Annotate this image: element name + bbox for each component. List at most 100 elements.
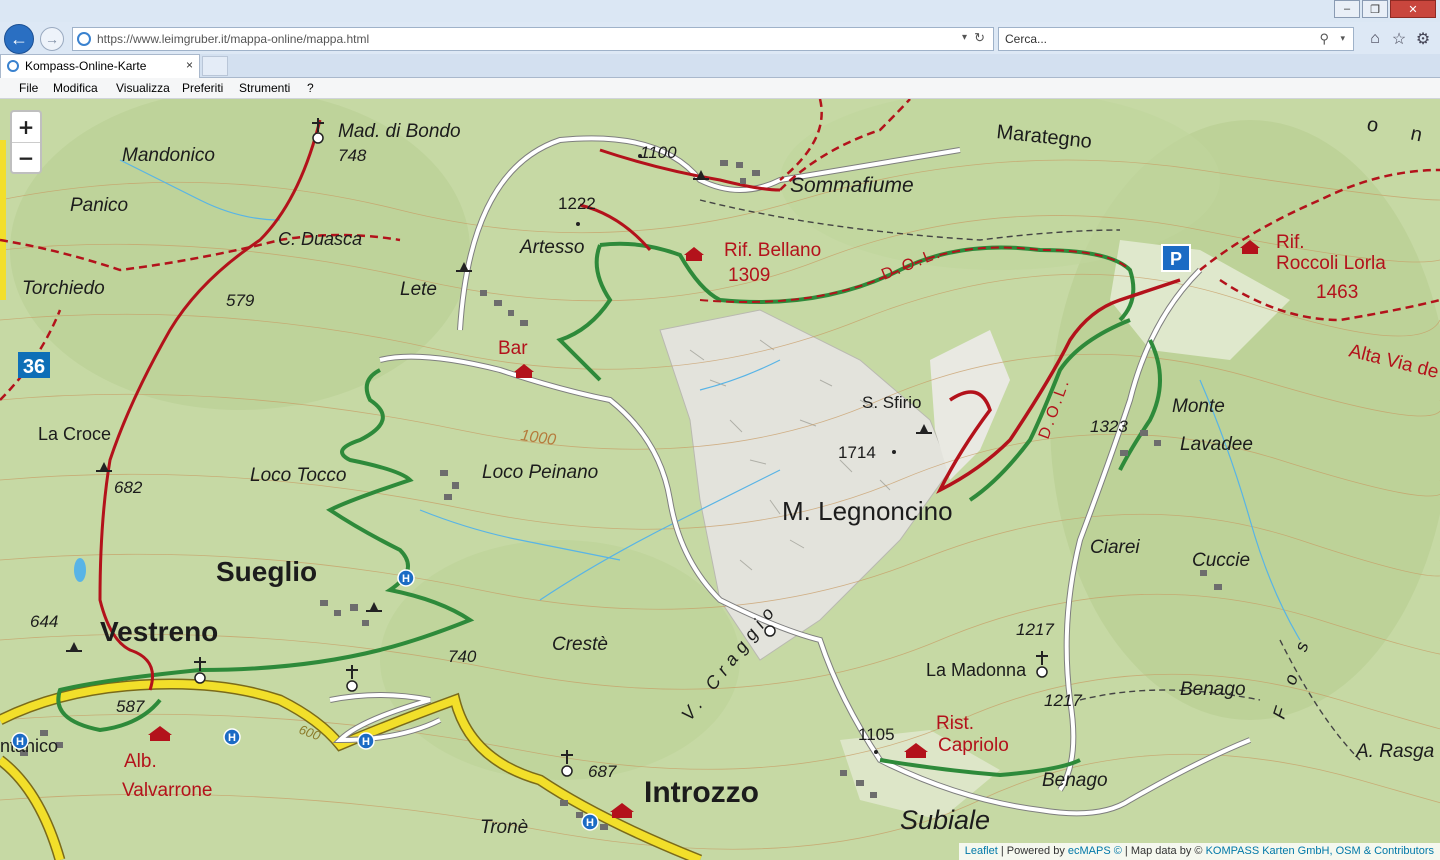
- svg-text:H: H: [228, 732, 236, 744]
- star-icon[interactable]: ☆: [1388, 28, 1410, 50]
- search-icon[interactable]: ⚲: [1319, 31, 1329, 47]
- svg-text:H: H: [16, 736, 24, 748]
- kompass-link[interactable]: KOMPASS Karten GmbH, OSM & Contributors: [1206, 845, 1434, 857]
- forward-button[interactable]: →: [40, 27, 64, 51]
- label-rif-roccoli-elev: 1463: [1316, 282, 1358, 303]
- label-s-sfirio: S. Sfirio: [862, 393, 922, 412]
- label-torchiedo: Torchiedo: [22, 278, 105, 299]
- label-c-duasca: C. Duasca: [278, 229, 362, 249]
- label-elev-1105: 1105: [858, 725, 895, 744]
- close-button[interactable]: ✕: [1390, 0, 1436, 18]
- search-dropdown-icon[interactable]: ▾: [1340, 33, 1345, 44]
- label-loco-peinano: Loco Peinano: [482, 462, 598, 483]
- label-mad-di-bondo: Mad. di Bondo: [338, 121, 461, 142]
- label-sueglio: Sueglio: [216, 556, 317, 587]
- svg-text:H: H: [402, 573, 410, 585]
- label-mad-di-bondo-elev: 748: [338, 146, 367, 165]
- label-lavadee: Lavadee: [1180, 434, 1253, 455]
- menu-file[interactable]: File: [19, 81, 38, 95]
- map-canvas[interactable]: Mad. di Bondo 748 Mandonico Panico C. Du…: [0, 99, 1440, 860]
- zoom-control: + −: [10, 110, 42, 174]
- label-monte: Monte: [1172, 396, 1225, 417]
- tab-kompass[interactable]: Kompass-Online-Karte ×: [0, 54, 200, 78]
- label-capriolo: Capriolo: [938, 735, 1009, 756]
- label-mandonico: Mandonico: [122, 145, 215, 166]
- forward-arrow-icon: →: [45, 31, 59, 47]
- label-sommafiume: Sommafiume: [790, 174, 914, 197]
- label-elev-1217b: 1217: [1044, 691, 1082, 710]
- map-view[interactable]: Mad. di Bondo 748 Mandonico Panico C. Du…: [0, 99, 1440, 860]
- label-rif-roccoli-2: Roccoli Lorla: [1276, 253, 1386, 274]
- ie-page-icon: [77, 32, 91, 46]
- label-la-madonna: La Madonna: [926, 660, 1027, 680]
- label-elev-1217a: 1217: [1016, 620, 1054, 639]
- label-elev-644: 644: [30, 612, 58, 631]
- label-vestreno: Vestreno: [100, 616, 218, 647]
- label-benago-1: Benago: [1180, 679, 1246, 700]
- back-button[interactable]: ←: [4, 24, 34, 54]
- tab-title[interactable]: Kompass-Online-Karte: [25, 59, 146, 73]
- label-subiale: Subiale: [900, 805, 990, 835]
- leaflet-link[interactable]: Leaflet: [965, 845, 998, 857]
- label-trone: Tronè: [480, 817, 528, 838]
- zoom-in-button[interactable]: +: [12, 112, 40, 143]
- label-lete: Lete: [400, 279, 437, 300]
- label-artesso: Artesso: [519, 237, 584, 258]
- label-m-legnoncino: M. Legnoncino: [782, 496, 953, 526]
- label-creste: Crestè: [552, 634, 608, 655]
- lake: [74, 558, 86, 582]
- label-elev-687: 687: [588, 762, 617, 781]
- label-rif-bellano: Rif. Bellano: [724, 240, 821, 261]
- address-bar[interactable]: https://www.leimgruber.it/mappa-online/m…: [72, 27, 994, 51]
- address-url[interactable]: https://www.leimgruber.it/mappa-online/m…: [97, 32, 369, 46]
- zoom-out-button[interactable]: −: [12, 143, 40, 173]
- new-tab-button[interactable]: [202, 56, 228, 76]
- label-road-36: 36: [23, 356, 45, 378]
- svg-text:H: H: [362, 736, 370, 748]
- label-ntanico: ntanico: [0, 736, 58, 756]
- label-valvarrone: Valvarrone: [122, 780, 212, 801]
- attribution-map-data: | Map data by ©: [1121, 845, 1206, 857]
- home-icon[interactable]: ⌂: [1364, 28, 1386, 50]
- ecmaps-link[interactable]: ecMAPS ©: [1068, 845, 1122, 857]
- restore-button[interactable]: ❐: [1362, 0, 1388, 18]
- label-introzzo: Introzzo: [644, 776, 759, 809]
- gear-icon[interactable]: ⚙: [1412, 28, 1434, 50]
- menu-strumenti[interactable]: Strumenti: [239, 81, 290, 95]
- label-elev-1222: 1222: [558, 194, 596, 213]
- label-la-croce: La Croce: [38, 424, 111, 444]
- tab-favicon: [7, 60, 19, 72]
- attribution-powered-by: | Powered by: [997, 845, 1068, 857]
- label-elev-1323: 1323: [1090, 417, 1128, 436]
- label-loco-tocco: Loco Tocco: [250, 465, 346, 486]
- label-elev-740: 740: [448, 647, 477, 666]
- label-elev-1100: 1100: [640, 143, 677, 162]
- search-placeholder[interactable]: Cerca...: [1005, 32, 1047, 46]
- menu-preferiti[interactable]: Preferiti: [182, 81, 223, 95]
- back-arrow-icon: ←: [10, 28, 28, 49]
- label-rif-roccoli-1: Rif.: [1276, 232, 1305, 253]
- label-parking: P: [1170, 249, 1182, 269]
- minimize-button[interactable]: –: [1334, 0, 1360, 18]
- address-dropdown-icon[interactable]: ▾: [962, 32, 967, 43]
- label-rif-bellano-elev: 1309: [728, 265, 770, 286]
- label-elev-1714: 1714: [838, 443, 876, 462]
- label-rist: Rist.: [936, 713, 974, 734]
- menu-help[interactable]: ?: [307, 81, 314, 95]
- label-cuccie: Cuccie: [1192, 550, 1250, 571]
- search-box[interactable]: Cerca... ⚲ ▾: [998, 27, 1354, 51]
- label-ciarei: Ciarei: [1090, 537, 1140, 558]
- map-attribution: Leaflet | Powered by ecMAPS © | Map data…: [958, 843, 1440, 860]
- label-benago-2: Benago: [1042, 770, 1108, 791]
- menu-visualizza[interactable]: Visualizza: [116, 81, 170, 95]
- label-elev-682: 682: [114, 478, 143, 497]
- label-a-rasga: A. Rasga: [1355, 741, 1434, 762]
- label-elev-579: 579: [226, 291, 255, 310]
- svg-text:H: H: [586, 817, 594, 829]
- refresh-icon[interactable]: ↻: [974, 30, 985, 46]
- menu-modifica[interactable]: Modifica: [53, 81, 98, 95]
- tab-close-icon[interactable]: ×: [186, 58, 193, 72]
- label-alb: Alb.: [124, 751, 157, 772]
- title-bar: [0, 0, 1440, 22]
- label-bar: Bar: [498, 338, 528, 359]
